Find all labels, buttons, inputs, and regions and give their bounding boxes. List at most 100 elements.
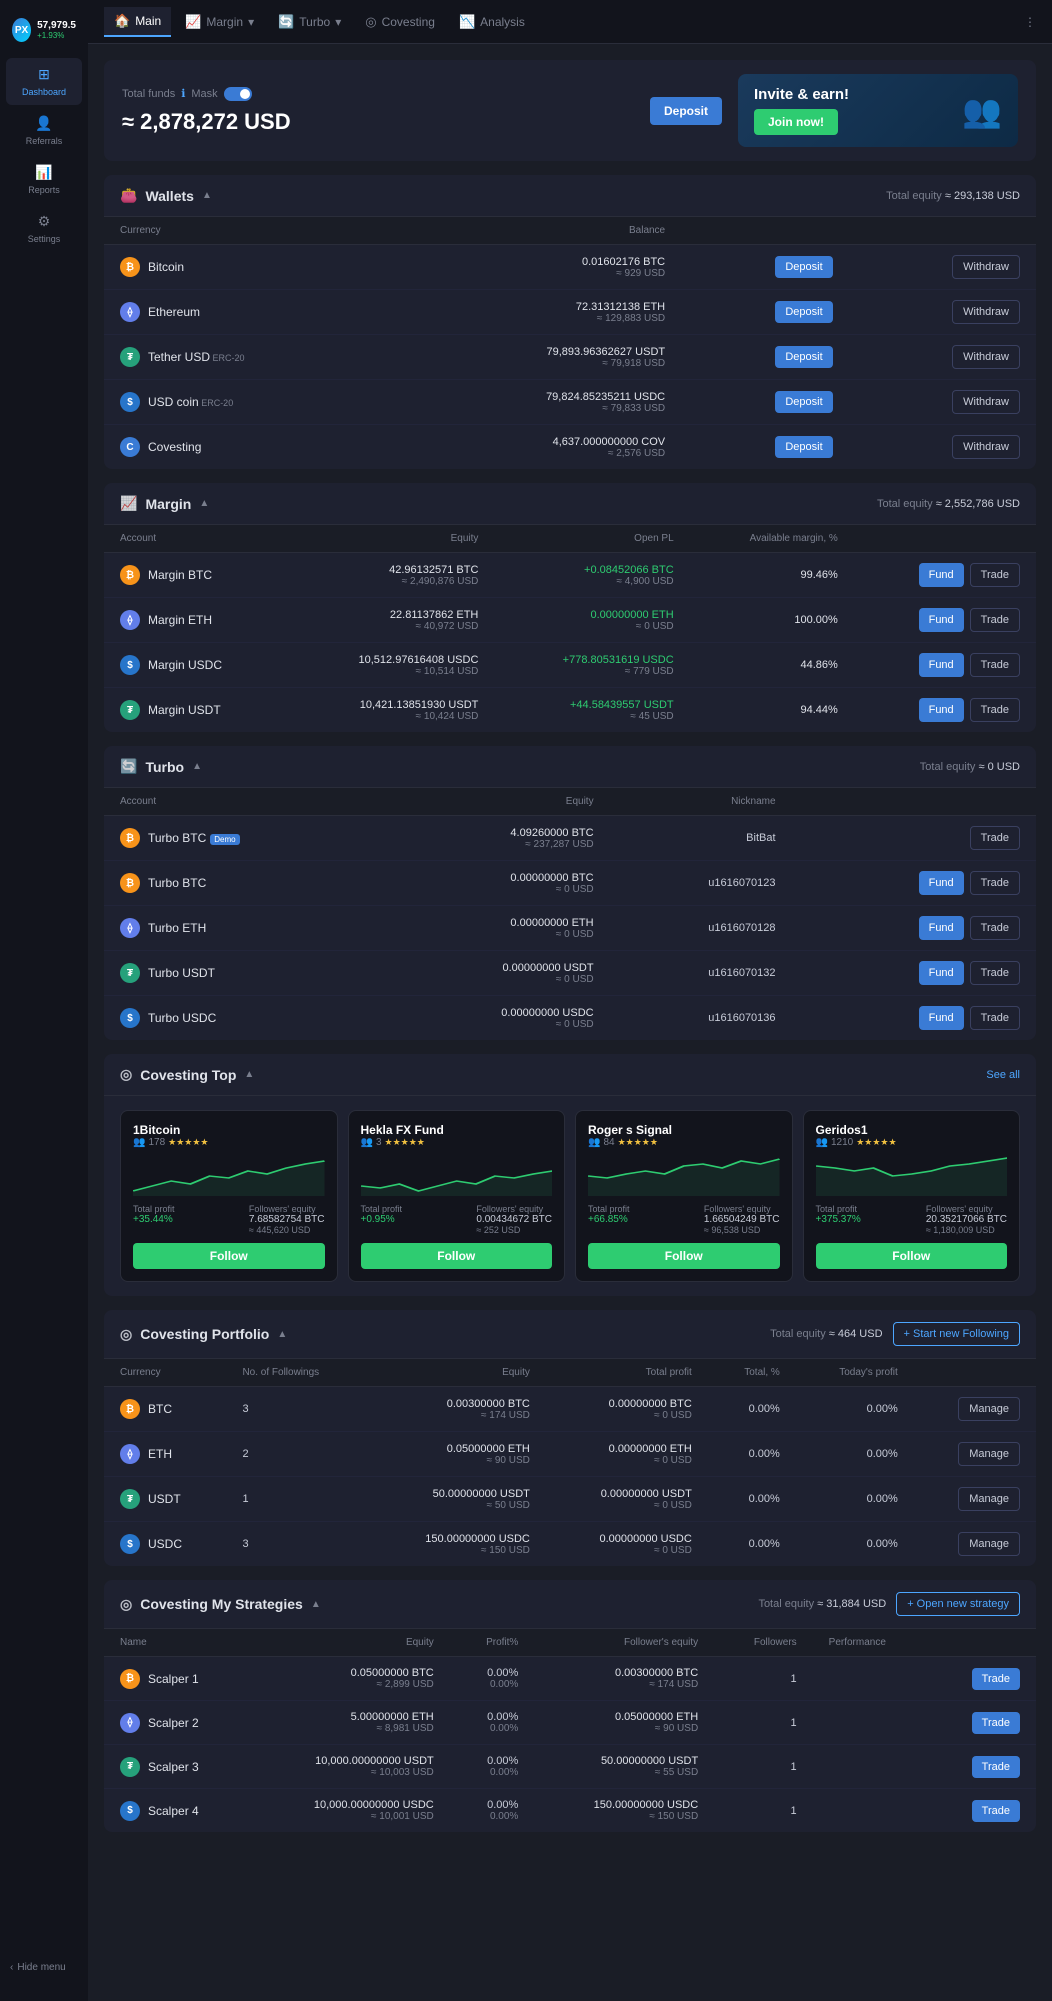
cp-col-equity: Equity (368, 1359, 546, 1387)
margin-chevron[interactable]: ▲ (199, 498, 209, 509)
strategy-performance (813, 1701, 931, 1745)
coin-icon: ₿ (120, 828, 140, 848)
balance-main: 72.31312138 ETH (414, 301, 665, 313)
cp-total-pct: 0.00% (708, 1387, 796, 1432)
cov-card-header: 1Bitcoin 👥 178 ★★★★★ (133, 1123, 325, 1148)
trade-button[interactable]: Trade (970, 1006, 1020, 1030)
tab-main[interactable]: 🏠 Main (104, 7, 171, 37)
start-following-button[interactable]: + Start new Following (893, 1322, 1020, 1346)
fund-button[interactable]: Fund (919, 608, 964, 632)
fund-button[interactable]: Fund (919, 653, 964, 677)
strategy-followers-equity: 0.05000000 ETH ≈ 90 USD (534, 1701, 714, 1745)
analysis-tab-icon: 📉 (459, 14, 475, 30)
deposit-button[interactable]: Deposit (775, 256, 832, 278)
fund-button[interactable]: Fund (919, 1006, 964, 1030)
deposit-button[interactable]: Deposit (775, 391, 832, 413)
sidebar-item-settings[interactable]: ⚙ Settings (6, 205, 82, 252)
trade-button[interactable]: Trade (970, 563, 1020, 587)
hide-menu-button[interactable]: ‹ Hide menu (6, 1954, 82, 1981)
withdraw-button[interactable]: Withdraw (952, 255, 1020, 279)
deposit-button[interactable]: Deposit (775, 301, 832, 323)
sidebar-item-dashboard[interactable]: ⊞ Dashboard (6, 58, 82, 105)
withdraw-button[interactable]: Withdraw (952, 300, 1020, 324)
coin-icon: ₿ (120, 1669, 140, 1689)
coin-icon: ⟠ (120, 1444, 140, 1464)
join-now-button[interactable]: Join now! (754, 109, 838, 135)
account-name: Margin BTC (148, 568, 212, 582)
open-strategy-button[interactable]: + Open new strategy (896, 1592, 1020, 1616)
turbo-col-equity: Equity (382, 788, 610, 816)
covesting-portfolio-chevron[interactable]: ▲ (277, 1329, 287, 1340)
strategy-trade-button[interactable]: Trade (972, 1712, 1020, 1734)
balance-cell: 79,824.85235211 USDC ≈ 79,833 USD (398, 380, 681, 425)
covesting-portfolio-table: Currency No. of Followings Equity Total … (104, 1359, 1036, 1566)
sidebar-item-reports[interactable]: 📊 Reports (6, 156, 82, 203)
manage-button[interactable]: Manage (958, 1442, 1020, 1466)
tab-covesting[interactable]: ◎ Covesting (355, 8, 445, 36)
covesting-top-chevron[interactable]: ▲ (244, 1069, 254, 1080)
fund-button[interactable]: Fund (919, 961, 964, 985)
follow-button[interactable]: Follow (816, 1243, 1008, 1269)
covesting-portfolio-equity: Total equity ≈ 464 USD (770, 1328, 882, 1340)
turbo-col-account: Account (104, 788, 382, 816)
cp-total-profit: 0.00000000 BTC ≈ 0 USD (546, 1387, 708, 1432)
see-all-button[interactable]: See all (986, 1069, 1020, 1081)
trade-button[interactable]: Trade (970, 653, 1020, 677)
covesting-strategies-chevron[interactable]: ▲ (311, 1599, 321, 1610)
turbo-equity-value: ≈ 0 USD (979, 761, 1021, 773)
turbo-action-btns: Fund Trade (808, 916, 1020, 940)
coin-icon-usdt: ₮ (120, 347, 140, 367)
follow-button[interactable]: Follow (133, 1243, 325, 1269)
tab-turbo[interactable]: 🔄 Turbo ▾ (268, 8, 351, 36)
follow-button[interactable]: Follow (361, 1243, 553, 1269)
margin-header: 📈 Margin ▲ Total equity ≈ 2,552,786 USD (104, 483, 1036, 525)
manage-button[interactable]: Manage (958, 1397, 1020, 1421)
withdraw-button[interactable]: Withdraw (952, 390, 1020, 414)
sidebar-bottom: ‹ Hide menu (0, 1944, 88, 1991)
manage-button[interactable]: Manage (958, 1532, 1020, 1556)
margin-col-actions (854, 525, 1036, 553)
strategy-trade-button[interactable]: Trade (972, 1668, 1020, 1690)
trade-button[interactable]: Trade (970, 698, 1020, 722)
total-profit-label: Total profit (361, 1204, 403, 1214)
tab-analysis[interactable]: 📉 Analysis (449, 8, 535, 36)
trade-button[interactable]: Trade (970, 916, 1020, 940)
withdraw-button[interactable]: Withdraw (952, 435, 1020, 459)
turbo-title-text: Turbo (145, 759, 184, 775)
fund-button[interactable]: Fund (919, 698, 964, 722)
margin-title: 📈 Margin ▲ (120, 495, 209, 512)
sidebar-item-referrals[interactable]: 👤 Referrals (6, 107, 82, 154)
cov-card-header: Roger s Signal 👥 84 ★★★★★ (588, 1123, 780, 1148)
fund-button[interactable]: Fund (919, 563, 964, 587)
covesting-portfolio-title: ◎ Covesting Portfolio ▲ (120, 1326, 287, 1343)
trade-button[interactable]: Trade (970, 608, 1020, 632)
cov-card-name: Roger s Signal (588, 1123, 672, 1137)
manage-button[interactable]: Manage (958, 1487, 1020, 1511)
total-funds-title: Total funds (122, 88, 175, 100)
equity-cell: 10,421.13851930 USDT ≈ 10,424 USD (287, 688, 494, 733)
balance-usd: ≈ 79,833 USD (414, 403, 665, 414)
trade-button[interactable]: Trade (970, 961, 1020, 985)
cp-currency-cell: $ USDC (120, 1534, 210, 1554)
turbo-chevron[interactable]: ▲ (192, 761, 202, 772)
fund-button[interactable]: Fund (919, 916, 964, 940)
trade-button[interactable]: Trade (970, 826, 1020, 850)
strategy-trade-button[interactable]: Trade (972, 1756, 1020, 1778)
cov-stats: Total profit +0.95% Followers' equity 0.… (361, 1204, 553, 1235)
cs-col-followers-equity: Follower's equity (534, 1629, 714, 1657)
wallets-chevron[interactable]: ▲ (202, 190, 212, 201)
balance-usd: ≈ 79,918 USD (414, 358, 665, 369)
trade-button[interactable]: Trade (970, 871, 1020, 895)
main-deposit-button[interactable]: Deposit (650, 97, 722, 125)
fund-button[interactable]: Fund (919, 871, 964, 895)
deposit-button[interactable]: Deposit (775, 436, 832, 458)
withdraw-button[interactable]: Withdraw (952, 345, 1020, 369)
menu-dots-icon[interactable]: ⋮ (1024, 15, 1036, 29)
mask-toggle-switch[interactable] (224, 87, 252, 101)
tab-margin[interactable]: 📈 Margin ▾ (175, 8, 264, 36)
openpl-cell: +44.58439557 USDT ≈ 45 USD (494, 688, 689, 733)
follow-button[interactable]: Follow (588, 1243, 780, 1269)
deposit-button[interactable]: Deposit (775, 346, 832, 368)
balance-main: 0.01602176 BTC (414, 256, 665, 268)
strategy-trade-button[interactable]: Trade (972, 1800, 1020, 1822)
